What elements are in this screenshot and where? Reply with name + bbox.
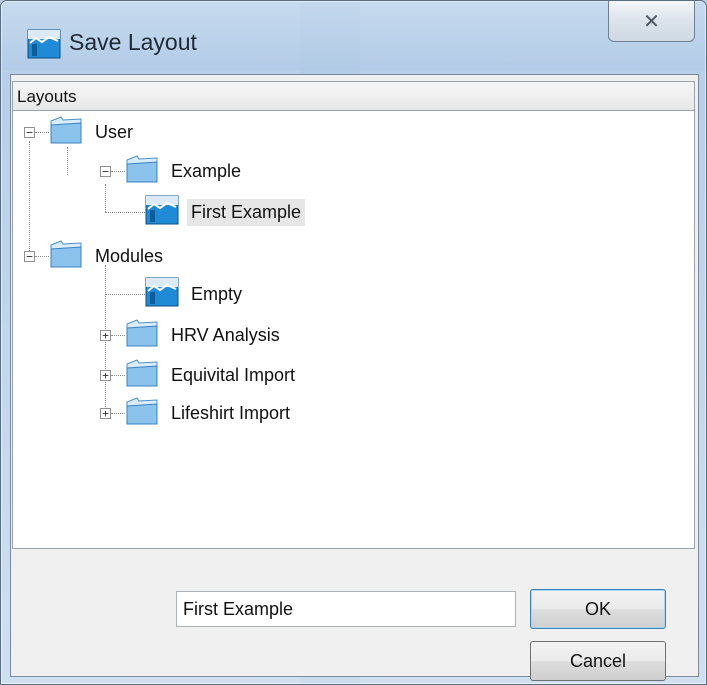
cancel-button[interactable]: Cancel bbox=[530, 641, 666, 681]
tree-line bbox=[111, 171, 125, 172]
folder-icon bbox=[125, 358, 159, 393]
ok-button[interactable]: OK bbox=[530, 589, 666, 629]
layout-icon bbox=[145, 277, 179, 312]
tree-line bbox=[35, 256, 49, 257]
tree-node-label: First Example bbox=[187, 198, 306, 226]
close-button[interactable]: ✕ bbox=[608, 1, 695, 42]
dialog-footer: OK Cancel bbox=[12, 551, 695, 681]
layout-app-icon bbox=[27, 29, 61, 59]
folder-icon bbox=[49, 115, 83, 150]
tree-node-label: User bbox=[95, 121, 134, 142]
layouts-header: Layouts bbox=[12, 81, 695, 111]
layout-icon bbox=[145, 195, 179, 230]
title-bar[interactable]: Save Layout ✕ bbox=[1, 1, 706, 73]
tree-node-label: Modules bbox=[95, 245, 164, 266]
folder-icon bbox=[125, 396, 159, 431]
tree-node-equivital-import[interactable]: Equivital Import bbox=[125, 357, 299, 393]
tree-node-modules[interactable]: Modules bbox=[49, 238, 167, 274]
close-icon: ✕ bbox=[643, 10, 660, 33]
tree-line bbox=[105, 184, 106, 212]
window-title: Save Layout bbox=[69, 29, 197, 55]
folder-icon bbox=[125, 154, 159, 189]
collapse-toggle-example[interactable]: − bbox=[100, 166, 111, 177]
tree-line bbox=[105, 294, 145, 295]
dialog-client-area: Layouts − − − + + + User Example First E… bbox=[10, 74, 699, 681]
tree-line bbox=[35, 132, 49, 133]
folder-icon bbox=[125, 318, 159, 353]
tree-node-label: Lifeshirt Import bbox=[171, 402, 291, 423]
tree-line bbox=[29, 141, 30, 261]
expand-toggle-lifeshirt[interactable]: + bbox=[100, 408, 111, 419]
tree-line bbox=[105, 212, 145, 213]
save-layout-dialog: Save Layout ✕ Layouts − − − + + + User E… bbox=[0, 0, 707, 685]
tree-node-label: HRV Analysis bbox=[171, 324, 280, 345]
tree-node-label: Example bbox=[171, 160, 242, 181]
tree-node-user[interactable]: User bbox=[49, 114, 137, 150]
layout-name-input[interactable] bbox=[176, 591, 516, 627]
tree-node-example[interactable]: Example bbox=[125, 153, 245, 189]
tree-node-lifeshirt-import[interactable]: Lifeshirt Import bbox=[125, 395, 294, 431]
tree-node-empty[interactable]: Empty bbox=[145, 276, 246, 312]
expand-toggle-equivital[interactable]: + bbox=[100, 370, 111, 381]
tree-line bbox=[67, 147, 68, 175]
tree-node-first-example[interactable]: First Example bbox=[145, 194, 306, 230]
tree-line bbox=[111, 413, 125, 414]
tree-line bbox=[111, 335, 125, 336]
expand-toggle-hrv[interactable]: + bbox=[100, 330, 111, 341]
collapse-toggle-modules[interactable]: − bbox=[24, 251, 35, 262]
tree-node-label: Empty bbox=[191, 283, 243, 304]
layouts-tree[interactable]: − − − + + + User Example First Example M… bbox=[12, 111, 695, 549]
folder-icon bbox=[49, 239, 83, 274]
tree-line bbox=[111, 375, 125, 376]
tree-node-label: Equivital Import bbox=[171, 364, 296, 385]
collapse-toggle-user[interactable]: − bbox=[24, 127, 35, 138]
tree-node-hrv-analysis[interactable]: HRV Analysis bbox=[125, 317, 284, 353]
